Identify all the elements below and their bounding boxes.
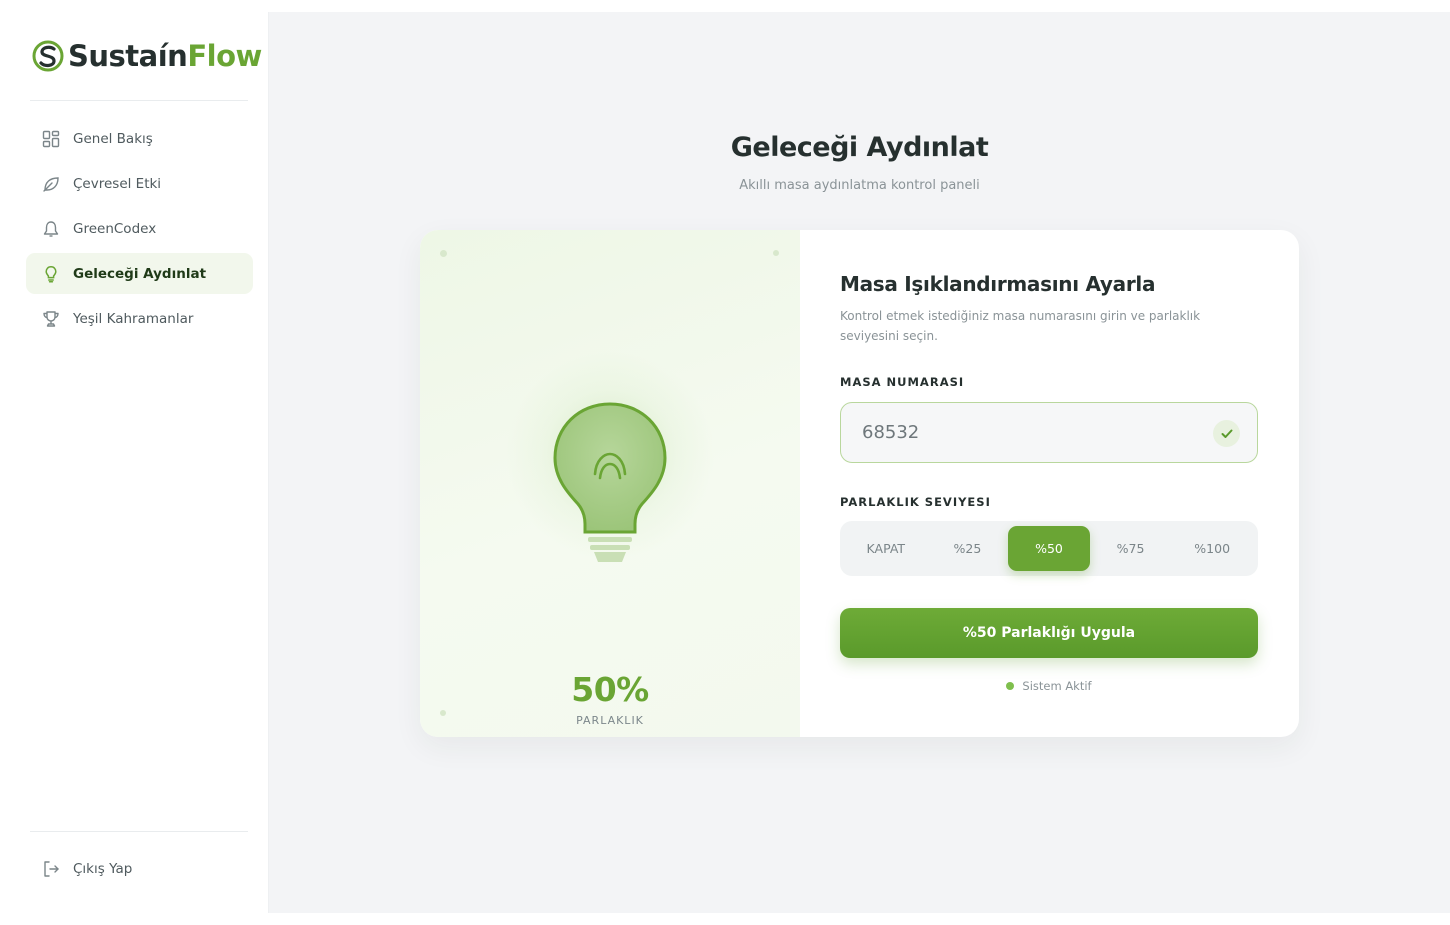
bell-icon	[41, 219, 61, 239]
sidebar-divider	[30, 100, 248, 101]
status-label: Sistem Aktif	[1022, 679, 1092, 693]
sidebar-nav: Genel Bakış Çevresel Etki GreenCodex Gel…	[26, 118, 253, 343]
brightness-option-50[interactable]: %50	[1008, 526, 1090, 571]
sidebar-item-label: GreenCodex	[73, 220, 157, 237]
desk-number-label: MASA NUMARASI	[840, 375, 965, 389]
status-dot-icon	[1006, 682, 1015, 690]
sidebar: SustaínFlow Genel Bakış Çevresel Etki Gr…	[0, 12, 269, 913]
sidebar-item-label: Genel Bakış	[73, 130, 153, 147]
lightbulb-icon	[41, 264, 61, 284]
grid-icon	[41, 129, 61, 149]
main-content: Geleceği Aydınlat Akıllı masa aydınlatma…	[269, 12, 1450, 913]
brightness-level-label: PARLAKLIK SEVIYESI	[840, 495, 991, 509]
system-status: Sistem Aktif	[840, 679, 1258, 693]
sidebar-item-label: Geleceği Aydınlat	[73, 265, 207, 282]
decor-dot	[773, 250, 779, 256]
logout-button[interactable]: Çıkış Yap	[26, 848, 253, 889]
brightness-option-75[interactable]: %75	[1090, 526, 1172, 571]
sidebar-item-label: Çevresel Etki	[73, 175, 162, 192]
sidebar-divider	[30, 831, 248, 832]
brightness-option-off[interactable]: KAPAT	[845, 526, 927, 571]
sidebar-item-label: Yeşil Kahramanlar	[73, 310, 194, 327]
sidebar-item-gelecegi-aydinlat[interactable]: Geleceği Aydınlat	[26, 253, 253, 294]
lightbulb-illustration-icon	[553, 402, 667, 562]
logout-icon	[41, 859, 61, 879]
sidebar-item-cevresel-etki[interactable]: Çevresel Etki	[26, 163, 253, 204]
sidebar-item-yesil-kahramanlar[interactable]: Yeşil Kahramanlar	[26, 298, 253, 339]
desk-number-input[interactable]: 68532	[840, 402, 1258, 463]
check-icon	[1213, 420, 1240, 447]
apply-brightness-button[interactable]: %50 Parlaklığı Uygula	[840, 608, 1258, 658]
app: SustaínFlow Genel Bakış Çevresel Etki Gr…	[0, 12, 1450, 913]
leaf-icon	[41, 174, 61, 194]
brightness-selector: KAPAT %25 %50 %75 %100	[840, 521, 1258, 576]
logo-icon	[32, 40, 64, 72]
brightness-value: 50%	[571, 670, 649, 709]
logout-label: Çıkış Yap	[73, 860, 133, 877]
desk-number-value: 68532	[862, 422, 920, 443]
page-subtitle: Akıllı masa aydınlatma kontrol paneli	[739, 178, 980, 193]
page-title: Geleceği Aydınlat	[730, 132, 989, 163]
form-title: Masa Işıklandırmasını Ayarla	[840, 272, 1156, 296]
brightness-option-25[interactable]: %25	[927, 526, 1009, 571]
brightness-caption: PARLAKLIK	[576, 714, 644, 727]
brightness-option-100[interactable]: %100	[1171, 526, 1253, 571]
lighting-card: 50% PARLAKLIK Masa Işıklandırmasını Ayar…	[420, 230, 1299, 737]
sidebar-item-greencodex[interactable]: GreenCodex	[26, 208, 253, 249]
brand-name: SustaínFlow	[68, 39, 262, 73]
decor-dot	[440, 250, 447, 257]
lighting-form: Masa Işıklandırmasını Ayarla Kontrol etm…	[800, 230, 1299, 737]
bulb-preview: 50% PARLAKLIK	[420, 230, 800, 737]
trophy-icon	[41, 309, 61, 329]
form-description: Kontrol etmek istediğiniz masa numarasın…	[840, 309, 1201, 343]
logout-area: Çıkış Yap	[26, 848, 253, 893]
brand-logo[interactable]: SustaínFlow	[32, 38, 262, 74]
sidebar-item-genel-bakis[interactable]: Genel Bakış	[26, 118, 253, 159]
